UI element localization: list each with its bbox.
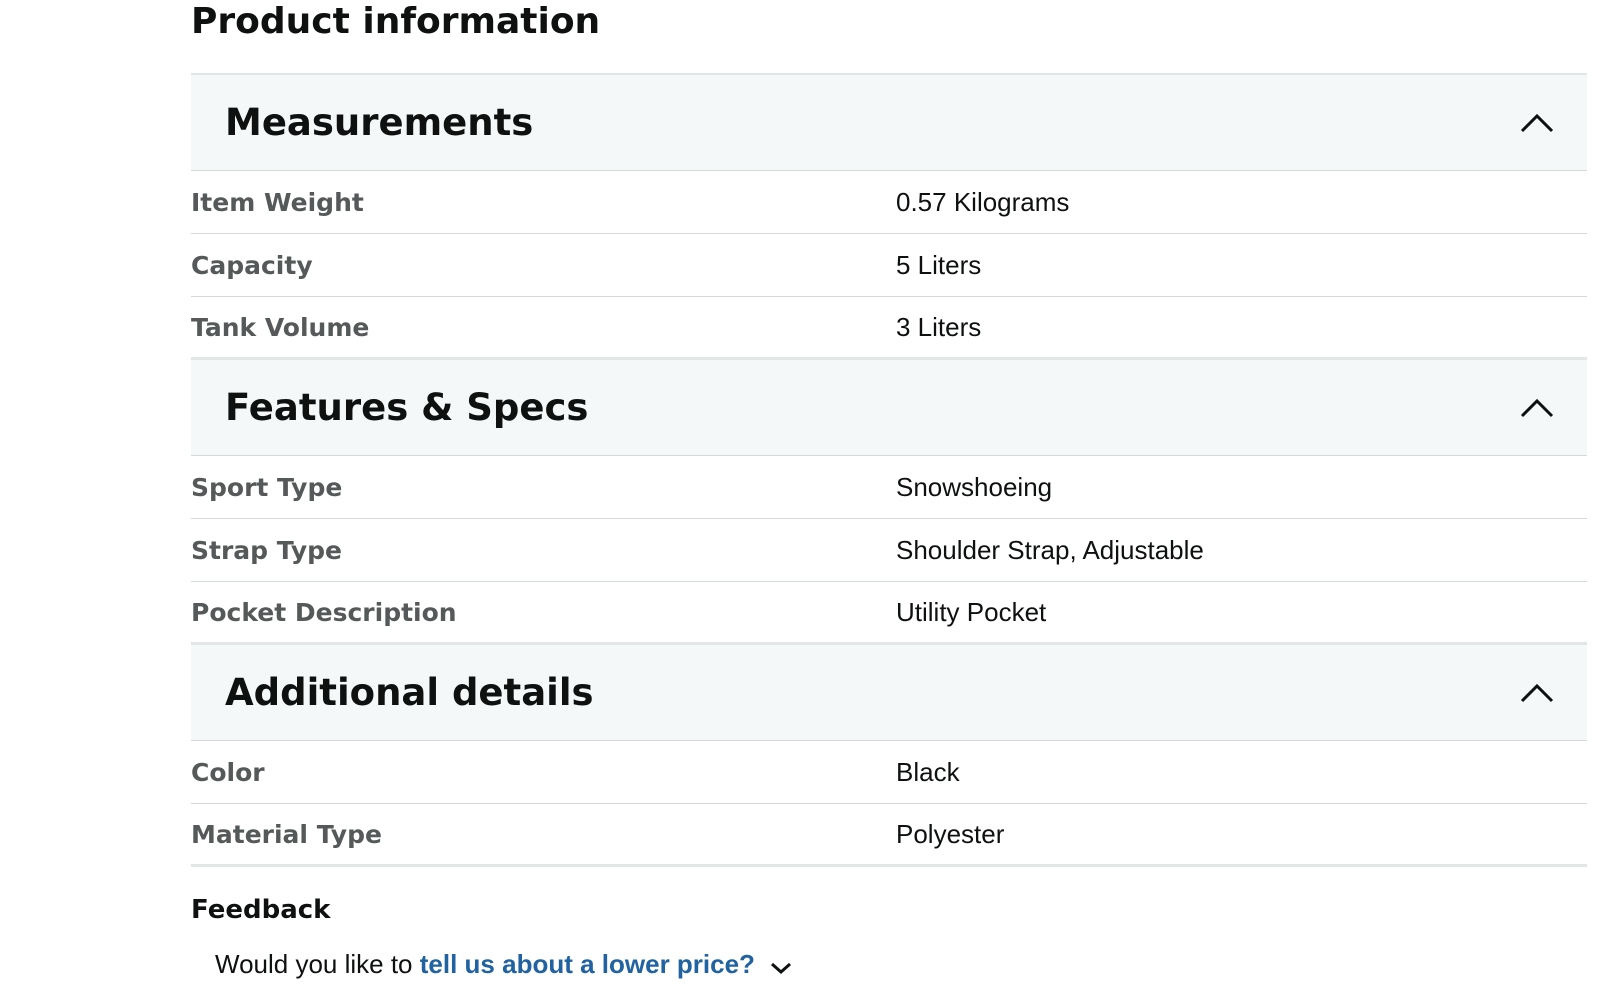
page-title: Product information [191,0,1587,75]
spec-row-item-weight: Item Weight 0.57 Kilograms [191,171,1587,234]
section-title: Additional details [225,670,594,714]
section-measurements: Measurements Item Weight 0.57 Kilograms … [191,75,1587,360]
spec-label: Tank Volume [191,312,370,342]
section-header-features-specs[interactable]: Features & Specs [191,360,1587,456]
spec-label: Strap Type [191,535,342,565]
spec-value: Black [896,756,960,787]
chevron-up-icon[interactable] [1517,103,1557,143]
section-title: Features & Specs [225,385,589,429]
spec-label: Sport Type [191,472,343,502]
section-features-specs: Features & Specs Sport Type Snowshoeing … [191,360,1587,645]
spec-row-pocket-description: Pocket Description Utility Pocket [191,582,1587,645]
spec-label: Pocket Description [191,597,457,627]
lower-price-link[interactable]: tell us about a lower price? [420,949,755,979]
chevron-up-icon[interactable] [1517,388,1557,428]
section-additional-details: Additional details Color Black Material … [191,645,1587,867]
product-information-panel: Product information Measurements Item We… [191,0,1587,982]
spec-value: Utility Pocket [896,596,1047,627]
spec-row-strap-type: Strap Type Shoulder Strap, Adjustable [191,519,1587,582]
spec-value: Polyester [896,818,1005,849]
spec-row-color: Color Black [191,741,1587,804]
spec-label: Item Weight [191,187,364,217]
feedback-heading: Feedback [191,895,331,925]
spec-row-sport-type: Sport Type Snowshoeing [191,456,1587,519]
spec-value: Snowshoeing [896,471,1053,502]
section-header-additional-details[interactable]: Additional details [191,645,1587,741]
spec-value: 3 Liters [896,311,982,342]
feedback-prompt-text: Would you like to [215,949,413,979]
product-information-page: Product information Measurements Item We… [0,0,1600,988]
chevron-up-icon[interactable] [1517,673,1557,713]
spec-row-capacity: Capacity 5 Liters [191,234,1587,297]
spec-value: 0.57 Kilograms [896,186,1070,217]
feedback-prompt: Would you like to tell us about a lower … [191,948,1587,982]
spec-label: Material Type [191,819,382,849]
spec-row-material-type: Material Type Polyester [191,804,1587,867]
spec-value: 5 Liters [896,249,982,280]
section-header-measurements[interactable]: Measurements [191,75,1587,171]
section-title: Measurements [225,100,534,144]
chevron-down-icon[interactable] [770,950,792,982]
spec-label: Capacity [191,250,313,280]
spec-value: Shoulder Strap, Adjustable [896,534,1204,565]
spec-row-tank-volume: Tank Volume 3 Liters [191,297,1587,360]
spec-label: Color [191,757,265,787]
